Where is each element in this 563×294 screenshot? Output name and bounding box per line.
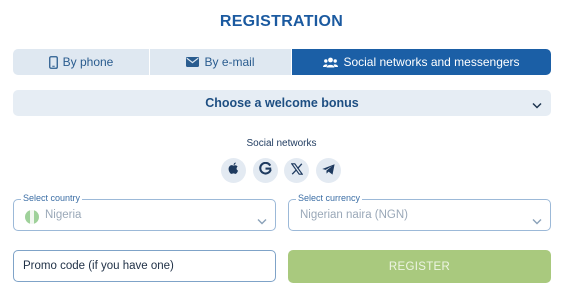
- users-icon: [323, 57, 339, 68]
- tab-by-email[interactable]: By e-mail: [150, 49, 292, 75]
- country-select[interactable]: Select country Nigeria: [13, 193, 276, 231]
- welcome-bonus-dropdown[interactable]: Choose a welcome bonus: [13, 90, 551, 116]
- currency-select[interactable]: Select currency Nigerian naira (NGN): [288, 193, 551, 231]
- google-login-button[interactable]: [252, 158, 278, 183]
- telegram-icon: [321, 162, 335, 180]
- register-button[interactable]: REGISTER: [288, 250, 551, 283]
- promo-code-input[interactable]: [13, 250, 276, 282]
- tab-by-phone-label: By phone: [62, 55, 114, 69]
- social-login-row: [221, 158, 341, 183]
- tab-social-networks-label: Social networks and messengers: [343, 55, 520, 69]
- envelope-icon: [186, 57, 200, 67]
- apple-icon: [228, 162, 239, 180]
- chevron-down-icon: [257, 212, 267, 230]
- chevron-down-icon: [532, 212, 542, 230]
- tab-social-networks[interactable]: Social networks and messengers: [292, 49, 551, 75]
- country-select-value: Nigeria: [45, 209, 82, 221]
- nigeria-flag-icon: [25, 210, 39, 224]
- currency-select-label: Select currency: [296, 193, 363, 204]
- google-icon: [258, 161, 272, 180]
- x-icon: [290, 162, 303, 180]
- apple-login-button[interactable]: [221, 158, 246, 183]
- currency-select-value: Nigerian naira (NGN): [300, 209, 409, 221]
- phone-icon: [48, 55, 58, 69]
- welcome-bonus-label: Choose a welcome bonus: [205, 96, 359, 110]
- x-login-button[interactable]: [284, 158, 309, 183]
- registration-method-tabs: By phone By e-mail Social networks and m…: [13, 49, 551, 75]
- telegram-login-button[interactable]: [315, 158, 341, 183]
- tab-by-email-label: By e-mail: [204, 55, 255, 69]
- chevron-down-icon: [532, 98, 542, 112]
- social-networks-label: Social networks: [246, 138, 317, 149]
- page-title: REGISTRATION: [219, 13, 344, 30]
- country-select-label: Select country: [21, 193, 83, 204]
- tab-by-phone[interactable]: By phone: [13, 49, 150, 75]
